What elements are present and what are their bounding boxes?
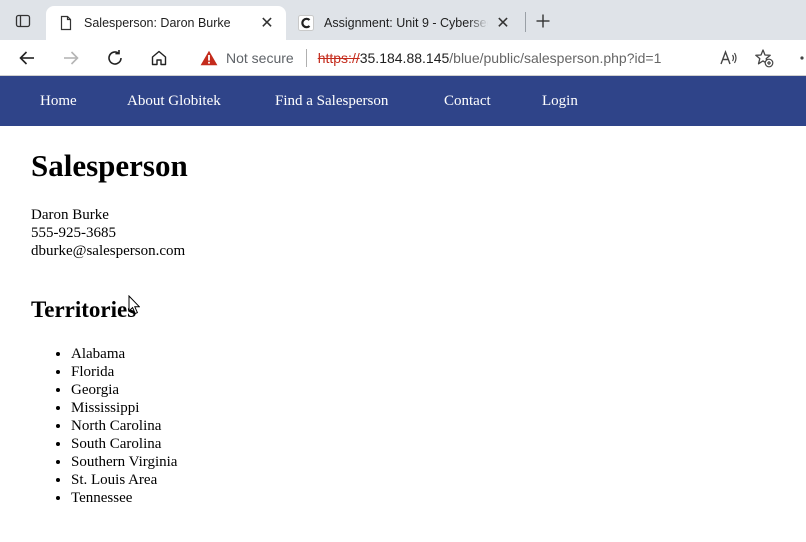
new-tab-button[interactable] bbox=[531, 9, 555, 33]
forward-button[interactable] bbox=[57, 44, 85, 72]
territory-item: Alabama bbox=[71, 345, 177, 363]
mouse-cursor-icon bbox=[128, 295, 140, 315]
more-icon[interactable] bbox=[798, 54, 806, 62]
home-button[interactable] bbox=[145, 44, 173, 72]
tab-assignment[interactable]: Assignment: Unit 9 - Cybersecurity ✕ bbox=[290, 6, 522, 40]
salesperson-name: Daron Burke bbox=[31, 207, 109, 223]
close-tab-icon[interactable]: ✕ bbox=[494, 14, 512, 32]
close-tab-icon[interactable]: ✕ bbox=[258, 14, 276, 32]
page-title: Salesperson bbox=[31, 148, 188, 183]
territories-heading: Territories bbox=[31, 297, 137, 322]
tab-title: Salesperson: Daron Burke bbox=[84, 16, 231, 30]
territory-item: St. Louis Area bbox=[71, 471, 177, 489]
territory-item: South Carolina bbox=[71, 435, 177, 453]
forward-arrow-icon bbox=[64, 51, 79, 65]
read-aloud-icon bbox=[720, 50, 737, 65]
nav-contact[interactable]: Contact bbox=[444, 93, 491, 110]
tab-actions-icon bbox=[15, 14, 31, 28]
read-aloud-button[interactable] bbox=[715, 44, 743, 72]
territory-item: Georgia bbox=[71, 381, 177, 399]
territory-item: Mississippi bbox=[71, 399, 177, 417]
tab-divider bbox=[525, 12, 526, 32]
tab-strip: Salesperson: Daron Burke ✕ Assignment: U… bbox=[0, 0, 806, 40]
tab-title: Assignment: Unit 9 - Cybersecurity bbox=[324, 16, 488, 30]
warning-icon[interactable] bbox=[200, 50, 218, 66]
url-path: /blue/public/salesperson.php?id=1 bbox=[449, 50, 662, 66]
back-button[interactable] bbox=[13, 44, 41, 72]
site-nav: Home About Globitek Find a Salesperson C… bbox=[0, 76, 806, 126]
url-text[interactable]: https://35.184.88.145/blue/public/salesp… bbox=[318, 50, 662, 66]
territory-item: Tennessee bbox=[71, 489, 177, 507]
nav-find-salesperson[interactable]: Find a Salesperson bbox=[275, 93, 388, 110]
refresh-icon bbox=[108, 50, 122, 65]
browser-toolbar: Not secure https://35.184.88.145/blue/pu… bbox=[0, 40, 806, 76]
salesperson-contact: Daron Burke 555-925-3685 dburke@salesper… bbox=[31, 206, 185, 260]
tab-actions-button[interactable] bbox=[10, 9, 36, 33]
territories-list: Alabama Florida Georgia Mississippi Nort… bbox=[31, 345, 177, 507]
territory-item: Florida bbox=[71, 363, 177, 381]
salesperson-phone: 555-925-3685 bbox=[31, 225, 116, 241]
refresh-button[interactable] bbox=[101, 44, 129, 72]
nav-about-globitek[interactable]: About Globitek bbox=[127, 93, 221, 110]
url-host: 35.184.88.145 bbox=[359, 50, 450, 66]
star-add-icon bbox=[755, 49, 774, 68]
page-icon bbox=[60, 15, 72, 31]
back-arrow-icon bbox=[19, 51, 34, 65]
nav-home[interactable]: Home bbox=[40, 93, 77, 110]
omnibox-divider bbox=[305, 49, 307, 67]
url-scheme: https:// bbox=[317, 50, 360, 66]
territory-item: Southern Virginia bbox=[71, 453, 177, 471]
add-favorite-button[interactable] bbox=[750, 44, 778, 72]
home-icon bbox=[151, 50, 167, 66]
nav-login[interactable]: Login bbox=[542, 93, 578, 110]
address-bar[interactable]: Not secure https://35.184.88.145/blue/pu… bbox=[190, 42, 790, 74]
canvas-c-icon bbox=[298, 15, 314, 31]
plus-icon bbox=[536, 14, 550, 28]
salesperson-email: dburke@salesperson.com bbox=[31, 243, 186, 259]
territory-item: North Carolina bbox=[71, 417, 177, 435]
tab-salesperson[interactable]: Salesperson: Daron Burke ✕ bbox=[46, 6, 286, 40]
security-status[interactable]: Not secure bbox=[226, 50, 294, 66]
